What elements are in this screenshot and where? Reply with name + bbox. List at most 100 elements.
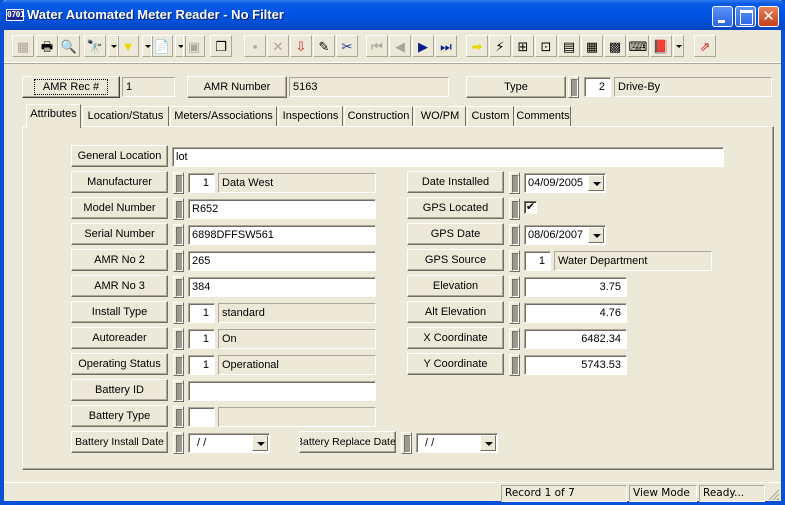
install-type-code-field[interactable]: 1 xyxy=(188,303,215,323)
help-book-button[interactable]: 📕 xyxy=(650,35,672,57)
model-number-button[interactable]: Model Number xyxy=(71,197,168,219)
tab-comments[interactable]: Comments xyxy=(515,106,571,127)
close-button[interactable]: ✕ xyxy=(758,6,779,27)
model-number-lock-toggle[interactable] xyxy=(173,198,184,220)
y-coordinate-lock-toggle[interactable] xyxy=(509,354,520,376)
autoreader-lock-toggle[interactable] xyxy=(173,328,184,350)
manufacturer-lock-toggle[interactable] xyxy=(173,172,184,194)
gps-located-button[interactable]: GPS Located xyxy=(407,197,504,219)
minimize-button[interactable] xyxy=(712,6,733,27)
gps-located-lock-toggle[interactable] xyxy=(509,198,520,220)
operating-status-lock-toggle[interactable] xyxy=(173,354,184,376)
cut-button[interactable]: ✂ xyxy=(336,35,358,57)
save-button[interactable]: ▪ xyxy=(244,35,266,57)
elevation-field[interactable]: 3.75 xyxy=(524,277,627,297)
exit-button[interactable]: ⇗ xyxy=(694,35,716,57)
tab-meters-associations[interactable]: Meters/Associations xyxy=(170,106,277,127)
edit-properties-button[interactable]: ▣ xyxy=(183,35,205,57)
install-type-button[interactable]: Install Type xyxy=(71,301,168,323)
alt-elevation-lock-toggle[interactable] xyxy=(509,302,520,324)
amr-no-3-button[interactable]: AMR No 3 xyxy=(71,275,168,297)
tab-inspections[interactable]: Inspections xyxy=(278,106,343,127)
y-coordinate-field[interactable]: 5743.53 xyxy=(524,355,627,375)
gps-source-lock-toggle[interactable] xyxy=(509,250,520,272)
keyboard-button[interactable]: ⌨ xyxy=(627,35,649,57)
maximize-button[interactable] xyxy=(735,6,756,27)
amr-no-3-lock-toggle[interactable] xyxy=(173,276,184,298)
operating-status-code-field[interactable]: 1 xyxy=(188,355,215,375)
previous-record-button[interactable]: ◀ xyxy=(389,35,411,57)
copy-document-button[interactable]: ❐ xyxy=(210,35,232,57)
gps-source-code-field[interactable]: 1 xyxy=(524,251,551,271)
battery-id-button[interactable]: Battery ID xyxy=(71,379,168,401)
battery-install-date-lock-toggle[interactable] xyxy=(173,432,184,454)
date-installed-dropdown-button[interactable] xyxy=(588,175,604,191)
x-coordinate-button[interactable]: X Coordinate xyxy=(407,327,504,349)
tab-wo-pm[interactable]: WO/PM xyxy=(414,106,466,127)
help-book-dropdown-button[interactable] xyxy=(673,35,684,57)
y-coordinate-button[interactable]: Y Coordinate xyxy=(407,353,504,375)
battery-install-date-button[interactable]: Battery Install Date xyxy=(71,431,168,453)
gps-date-picker[interactable]: 08/06/2007 xyxy=(524,225,606,245)
date-installed-lock-toggle[interactable] xyxy=(509,172,520,194)
serial-number-lock-toggle[interactable] xyxy=(173,224,184,246)
general-location-field[interactable]: lot xyxy=(172,147,724,167)
print-preview-button[interactable]: 🔍 xyxy=(58,35,80,57)
map-button[interactable]: ▩ xyxy=(604,35,626,57)
gps-located-checkbox[interactable]: ✔ xyxy=(524,201,537,214)
first-record-button[interactable]: ⏮ xyxy=(366,35,388,57)
last-record-button[interactable]: ⏭ xyxy=(435,35,457,57)
amr-no-2-field[interactable]: 265 xyxy=(188,251,376,271)
gps-source-button[interactable]: GPS Source xyxy=(407,249,504,271)
serial-number-button[interactable]: Serial Number xyxy=(71,223,168,245)
date-installed-button[interactable]: Date Installed xyxy=(407,171,504,193)
title-bar[interactable]: 0701 Water Automated Meter Reader - No F… xyxy=(0,0,785,30)
print-button[interactable]: 🖶 xyxy=(36,35,58,57)
filter-button[interactable]: ▼ xyxy=(117,35,139,57)
new-record-button[interactable]: ▦ xyxy=(12,35,34,57)
alt-elevation-button[interactable]: Alt Elevation xyxy=(407,301,504,323)
date-installed-picker[interactable]: 04/09/2005 xyxy=(524,173,606,193)
install-type-lock-toggle[interactable] xyxy=(173,302,184,324)
x-coordinate-lock-toggle[interactable] xyxy=(509,328,520,350)
type-button[interactable]: Type xyxy=(466,76,566,98)
type-lock-toggle[interactable] xyxy=(568,76,579,98)
battery-type-lock-toggle[interactable] xyxy=(173,406,184,428)
battery-install-date-dropdown-button[interactable] xyxy=(252,435,268,451)
manufacturer-button[interactable]: Manufacturer xyxy=(71,171,168,193)
elevation-button[interactable]: Elevation xyxy=(407,275,504,297)
operating-status-button[interactable]: Operating Status xyxy=(71,353,168,375)
import-button[interactable]: ⇩ xyxy=(290,35,312,57)
relationship-button[interactable]: ⊡ xyxy=(535,35,557,57)
gps-date-button[interactable]: GPS Date xyxy=(407,223,504,245)
amr-rec-button[interactable]: AMR Rec # xyxy=(22,76,120,98)
equipment-button[interactable]: ▤ xyxy=(558,35,580,57)
calculator-button[interactable]: ▦ xyxy=(581,35,603,57)
tab-location-status[interactable]: Location/Status xyxy=(82,106,169,127)
serial-number-field[interactable]: 6898DFFSW561 xyxy=(188,225,376,245)
autoreader-button[interactable]: Autoreader xyxy=(71,327,168,349)
autoreader-code-field[interactable]: 1 xyxy=(188,329,215,349)
battery-replace-date-lock-toggle[interactable] xyxy=(401,432,412,454)
report-button[interactable]: 📄 xyxy=(151,35,173,57)
amr-no-2-lock-toggle[interactable] xyxy=(173,250,184,272)
resize-grip[interactable] xyxy=(767,488,779,500)
amr-no-2-button[interactable]: AMR No 2 xyxy=(71,249,168,271)
tab-custom[interactable]: Custom xyxy=(467,106,514,127)
battery-replace-date-picker[interactable]: / / xyxy=(416,433,498,453)
delete-button[interactable]: ✕ xyxy=(267,35,289,57)
find-button[interactable]: 🔭 xyxy=(84,35,106,57)
model-number-field[interactable]: R652 xyxy=(188,199,376,219)
alt-elevation-field[interactable]: 4.76 xyxy=(524,303,627,323)
x-coordinate-field[interactable]: 6482.34 xyxy=(524,329,627,349)
gps-date-lock-toggle[interactable] xyxy=(509,224,520,246)
battery-id-field[interactable] xyxy=(188,381,376,401)
battery-type-button[interactable]: Battery Type xyxy=(71,405,168,427)
battery-replace-date-dropdown-button[interactable] xyxy=(480,435,496,451)
battery-type-code-field[interactable] xyxy=(188,407,215,427)
general-location-button[interactable]: General Location xyxy=(71,145,168,167)
amr-number-button[interactable]: AMR Number xyxy=(187,76,287,98)
elevation-lock-toggle[interactable] xyxy=(509,276,520,298)
battery-id-lock-toggle[interactable] xyxy=(173,380,184,402)
tab-attributes[interactable]: Attributes xyxy=(26,104,81,128)
